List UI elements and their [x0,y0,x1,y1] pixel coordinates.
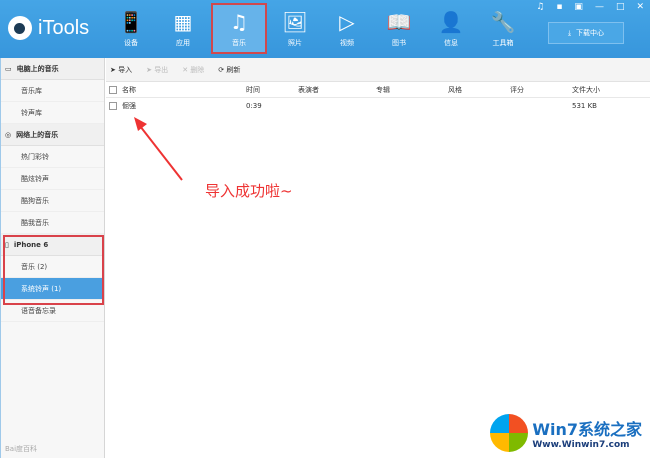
win7-watermark: Win7系统之家 Www.Winwin7.com [490,414,642,452]
windows-logo-icon [490,414,529,452]
annotation-arrow [134,117,183,181]
annotation-text: 导入成功啦~ [205,182,293,200]
